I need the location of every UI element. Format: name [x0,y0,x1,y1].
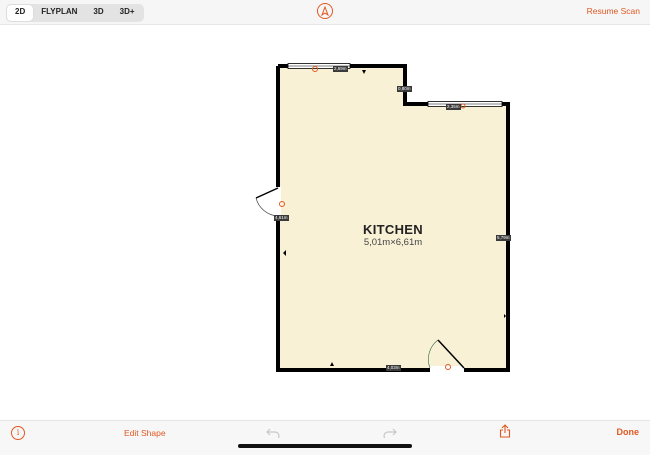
redo-icon[interactable] [383,426,397,438]
info-icon[interactable]: i [11,426,25,440]
dimension-top-window: 2,69m [333,66,348,72]
view-mode-3d[interactable]: 3D [85,5,111,21]
resume-scan-button[interactable]: Resume Scan [587,6,640,16]
home-indicator [238,444,412,448]
floor-plan[interactable] [0,25,650,420]
view-mode-3d-plus[interactable]: 3D+ [112,5,143,21]
dimension-right-window: 2,35m [446,104,461,110]
dimension-step-down: 0,80m [397,86,412,92]
room-floor[interactable] [278,66,508,370]
done-button[interactable]: Done [617,427,640,437]
compass-arrow-icon [321,6,329,16]
view-mode-selector: 2D FLYPLAN 3D 3D+ [6,4,144,22]
dimension-left-wall: 4,61m [274,215,289,221]
view-mode-2d[interactable]: 2D [7,5,34,21]
view-mode-flyplan[interactable]: FLYPLAN [33,5,85,21]
edit-shape-button[interactable]: Edit Shape [124,428,166,438]
top-toolbar: 2D FLYPLAN 3D 3D+ Resume Scan [0,0,650,25]
dimension-right-wall: 5,79m [496,235,511,241]
bottom-toolbar: i Edit Shape Done [0,420,650,455]
compass-icon[interactable] [317,3,333,19]
undo-icon[interactable] [266,426,280,438]
room-size: 5,01m×6,61m [363,237,423,248]
dimension-bottom-wall: 4,03m [386,365,401,371]
left-door[interactable] [255,187,281,217]
share-icon[interactable] [499,424,511,438]
room-name[interactable]: KITCHEN [330,222,456,237]
